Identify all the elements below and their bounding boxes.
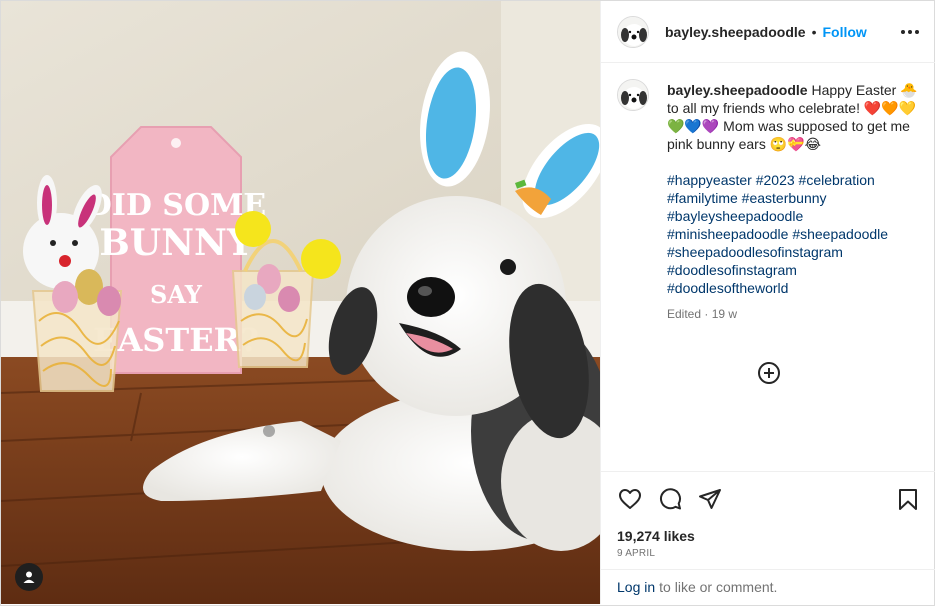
hashtag-line[interactable]: #doodlesoftheworld [667,279,919,297]
more-options-icon[interactable] [901,25,919,39]
hashtag-list: #happyeaster #2023 #celebration #familyt… [667,171,919,297]
more-dot [901,30,905,34]
follow-button[interactable]: Follow [822,24,866,40]
post-photo[interactable]: DID SOME BUNNY SAY EASTER? [1,1,600,604]
comment-button[interactable] [657,486,683,512]
load-more-comments-icon[interactable] [758,362,780,384]
hashtag-line[interactable]: #sheepadoodlesofinstagram [667,243,919,261]
post-side-panel: bayley.sheepadoodle • Follow bayley.shee… [600,1,935,604]
more-dot [915,30,919,34]
login-prompt-text: to like or comment. [659,579,778,595]
hashtag-line[interactable]: #happyeaster #2023 #celebration [667,171,919,189]
bookmark-icon [899,489,917,510]
header-username[interactable]: bayley.sheepadoodle [665,24,806,40]
caption-avatar[interactable] [617,79,649,111]
user-tag-icon [23,571,35,583]
easter-dog-photo: DID SOME BUNNY SAY EASTER? [1,1,600,604]
like-button[interactable] [617,486,643,512]
comment-icon [659,488,681,510]
more-dot [908,30,912,34]
login-link[interactable]: Log in [617,579,655,595]
caption-paragraph: bayley.sheepadoodle Happy Easter 🐣 to al… [667,81,919,153]
action-bar: 19,274 likes 9 APRIL [601,471,935,569]
likes-count[interactable]: 19,274 likes [617,528,695,544]
hashtag-line[interactable]: #minisheepadoodle #sheepadoodle [667,225,919,243]
sign-line-3: SAY [150,280,203,309]
sign-line-2: BUNNY [99,222,254,264]
dog-avatar-image [618,80,648,110]
share-icon [699,489,721,509]
login-prompt: Log in to like or comment. [601,569,935,604]
caption-section: bayley.sheepadoodle Happy Easter 🐣 to al… [601,63,935,471]
share-button[interactable] [697,486,723,512]
edited-timestamp: Edited · 19 w [667,307,738,321]
hashtag-line[interactable]: #doodlesofinstagram [667,261,919,279]
hashtag-line[interactable]: #bayleysheepadoodle [667,207,919,225]
heart-icon [619,489,641,509]
caption-username[interactable]: bayley.sheepadoodle [667,82,808,98]
caption-text-block: bayley.sheepadoodle Happy Easter 🐣 to al… [667,81,919,323]
post-header: bayley.sheepadoodle • Follow [601,1,935,63]
dog-avatar-image [618,16,648,47]
dot-separator: • [811,23,817,40]
post-date[interactable]: 9 APRIL [617,548,655,559]
hashtag-line[interactable]: #familytime #easterbunny [667,189,919,207]
save-button[interactable] [895,486,921,512]
user-tag-button[interactable] [15,563,43,591]
avatar[interactable] [617,15,649,48]
